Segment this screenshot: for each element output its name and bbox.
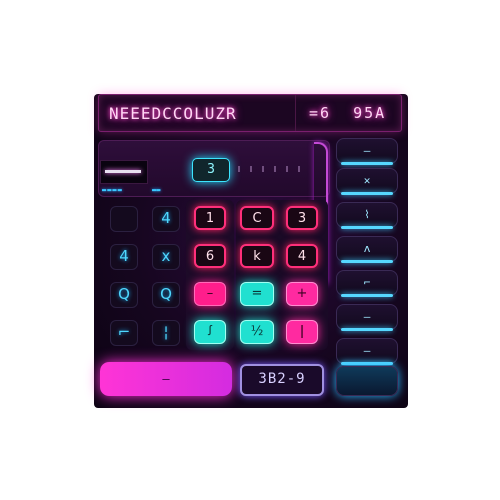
side-key-label: ✕ xyxy=(363,174,371,187)
side-key-label: ⌐ xyxy=(363,276,371,289)
key-k4[interactable]: C xyxy=(240,206,274,230)
display-title: NEEEDCCOLUZR xyxy=(109,104,237,123)
key-k6[interactable]: 4 xyxy=(110,244,138,270)
readout-display: 3B2-9 xyxy=(240,364,324,396)
key-k18[interactable]: ꭍ xyxy=(194,320,226,344)
wide-key[interactable]: — xyxy=(100,362,232,396)
key-k13[interactable]: – xyxy=(194,282,226,306)
key-k14[interactable]: = xyxy=(240,282,274,306)
side-key-label: — xyxy=(363,310,371,323)
key-k11[interactable]: Q xyxy=(110,282,138,308)
key-k9[interactable]: k xyxy=(240,244,274,268)
side-key-label: ʌ xyxy=(363,242,371,255)
main-display: NEEEDCCOLUZR =6 95A xyxy=(98,94,402,132)
mini-screen xyxy=(100,160,148,184)
mini-screen-bar xyxy=(105,170,141,173)
side-key-label: — xyxy=(363,144,371,157)
side-key[interactable]: ✕ xyxy=(336,168,398,195)
side-key[interactable]: — xyxy=(336,304,398,331)
key-k7[interactable]: x xyxy=(152,244,180,270)
side-key-glow xyxy=(341,162,393,165)
side-key[interactable]: ʌ xyxy=(336,236,398,263)
mini-label: ▬▬▬▬ xyxy=(102,186,123,194)
key-k1[interactable] xyxy=(110,206,138,232)
key-k19[interactable]: ½ xyxy=(240,320,274,344)
side-key-glow xyxy=(341,328,393,331)
key-k17[interactable]: ¦ xyxy=(152,320,180,346)
dash-row xyxy=(238,166,308,172)
key-k16[interactable]: ⌐ xyxy=(110,320,138,346)
side-key-glow xyxy=(341,226,393,229)
key-k5[interactable]: 3 xyxy=(286,206,318,230)
side-key-glow xyxy=(341,362,393,365)
memory-display: 3 xyxy=(192,158,230,182)
key-k12[interactable]: Q xyxy=(152,282,180,308)
side-key-glow xyxy=(341,260,393,263)
display-value: =6 95A xyxy=(309,104,387,122)
key-k20[interactable]: ǀ xyxy=(286,320,318,344)
side-key-label: — xyxy=(363,344,371,357)
side-key-label: ⌇ xyxy=(364,208,370,221)
side-key-large[interactable] xyxy=(336,366,398,396)
key-k10[interactable]: 4 xyxy=(286,244,318,268)
key-k3[interactable]: 1 xyxy=(194,206,226,230)
side-key-glow xyxy=(341,192,393,195)
key-k2[interactable]: 4 xyxy=(152,206,180,232)
side-key-glow xyxy=(341,294,393,297)
display-divider xyxy=(295,95,296,131)
side-key[interactable]: — xyxy=(336,338,398,365)
key-k8[interactable]: 6 xyxy=(194,244,226,268)
side-key[interactable]: ⌐ xyxy=(336,270,398,297)
side-key[interactable]: ⌇ xyxy=(336,202,398,229)
key-k15[interactable]: + xyxy=(286,282,318,306)
side-key[interactable]: — xyxy=(336,138,398,165)
wide-key-label: — xyxy=(162,372,170,386)
mini-label-2: ▬▬ xyxy=(152,186,161,194)
